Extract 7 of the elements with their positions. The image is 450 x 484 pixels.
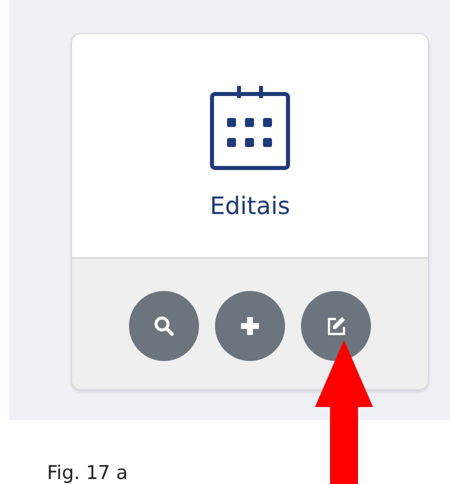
card-title: Editais [210, 192, 290, 220]
calendar-icon [207, 84, 293, 170]
plus-icon [239, 315, 261, 337]
search-icon [153, 315, 175, 337]
arrow-icon [315, 340, 373, 484]
figure-caption: Fig. 17 a [47, 462, 129, 484]
edit-icon [325, 315, 347, 337]
